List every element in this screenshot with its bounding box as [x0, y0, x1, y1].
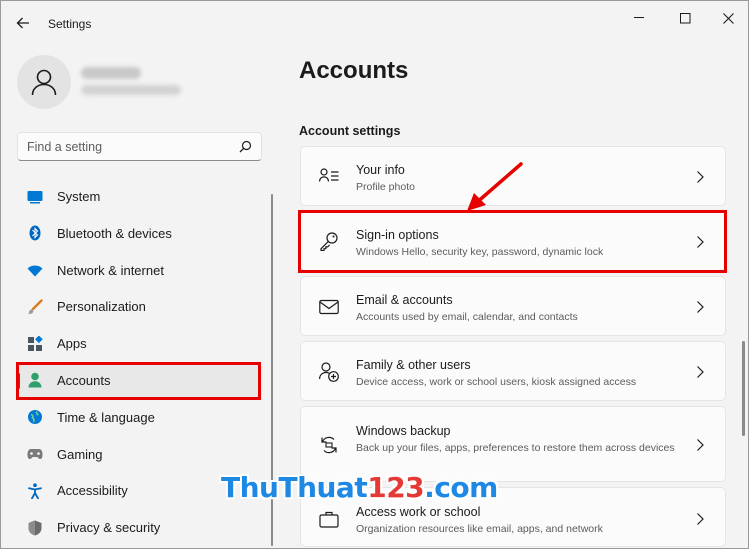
card-description: Device access, work or school users, kio… — [356, 376, 637, 388]
sidebar-item-time-language[interactable]: Time & language — [17, 401, 262, 434]
section-title: Account settings — [299, 124, 401, 138]
sidebar-item-label: Network & internet — [57, 262, 164, 278]
sidebar-item-network[interactable]: Network & internet — [17, 254, 262, 287]
sidebar-item-privacy-security[interactable]: Privacy & security — [17, 511, 262, 544]
person-icon — [31, 69, 57, 96]
avatar — [17, 55, 71, 109]
chevron-right-icon — [697, 301, 704, 313]
card-email-accounts[interactable]: Email & accounts Accounts used by email,… — [300, 276, 726, 336]
annotation-arrow-icon — [467, 162, 523, 211]
card-title: Access work or school — [356, 505, 481, 519]
sign-in-options-highlight-box — [298, 210, 727, 273]
wifi-icon — [27, 262, 43, 278]
back-arrow-icon — [16, 17, 29, 29]
sidebar-item-system[interactable]: System — [17, 180, 262, 213]
profile-name-redacted — [81, 67, 141, 79]
add-user-icon — [319, 362, 339, 382]
card-title: Email & accounts — [356, 293, 453, 307]
settings-window: Settings Find a setting System Bluetooth… — [0, 0, 749, 549]
sidebar-item-label: Time & language — [57, 409, 155, 425]
chevron-right-icon — [697, 171, 704, 183]
mail-icon — [319, 297, 339, 317]
brush-icon — [27, 299, 43, 315]
minimize-icon — [633, 17, 644, 18]
card-title: Your info — [356, 163, 405, 177]
search-box[interactable] — [17, 132, 262, 161]
close-button[interactable] — [706, 5, 749, 31]
chevron-right-icon — [697, 439, 704, 451]
sidebar-item-gaming[interactable]: Gaming — [17, 438, 262, 471]
card-family-other-users[interactable]: Family & other users Device access, work… — [300, 341, 726, 401]
system-icon — [27, 189, 43, 205]
card-description: Profile photo — [356, 181, 415, 193]
sidebar-item-label: Personalization — [57, 299, 146, 315]
accounts-highlight-box — [16, 362, 261, 400]
watermark-text: ThuThuat — [221, 471, 368, 504]
search-input[interactable] — [18, 133, 233, 160]
back-button[interactable] — [9, 9, 37, 37]
main-scrollbar[interactable] — [742, 341, 745, 436]
sidebar-item-label: Gaming — [57, 446, 103, 462]
sidebar-item-apps[interactable]: Apps — [17, 327, 262, 360]
maximize-icon — [679, 12, 690, 23]
close-icon — [722, 12, 734, 24]
card-description: Back up your files, apps, preferences to… — [356, 442, 675, 454]
sidebar-item-bluetooth[interactable]: Bluetooth & devices — [17, 217, 262, 250]
shield-icon — [27, 520, 43, 536]
gamepad-icon — [27, 446, 43, 462]
card-title: Windows backup — [356, 424, 451, 438]
search-icon[interactable] — [239, 140, 252, 153]
globe-icon — [27, 409, 43, 425]
watermark-domain: .com — [424, 471, 498, 504]
watermark-number: 123 — [367, 471, 425, 504]
briefcase-icon — [319, 509, 339, 529]
sidebar-item-label: Privacy & security — [57, 520, 161, 536]
user-profile[interactable] — [17, 53, 267, 113]
sidebar-item-label: Apps — [57, 336, 87, 352]
sidebar-item-personalization[interactable]: Personalization — [17, 290, 262, 323]
watermark: ThuThuat123.com — [221, 471, 498, 504]
backup-icon — [319, 435, 339, 455]
minimize-button[interactable] — [617, 5, 661, 31]
bluetooth-icon — [27, 225, 43, 241]
card-description: Organization resources like email, apps,… — [356, 523, 603, 535]
chevron-right-icon — [697, 513, 704, 525]
card-description: Accounts used by email, calendar, and co… — [356, 311, 578, 323]
accessibility-icon — [27, 483, 43, 499]
window-title: Settings — [48, 17, 92, 31]
card-title: Family & other users — [356, 358, 471, 372]
page-title: Accounts — [299, 57, 409, 84]
sidebar-item-label: System — [57, 189, 101, 204]
apps-icon — [27, 335, 43, 352]
profile-email-redacted — [81, 85, 181, 95]
sidebar-item-label: Bluetooth & devices — [57, 225, 172, 241]
maximize-button[interactable] — [663, 5, 707, 31]
title-bar: Settings — [1, 1, 748, 45]
user-info-icon — [319, 166, 339, 186]
chevron-right-icon — [697, 366, 704, 378]
sidebar-item-label: Accessibility — [57, 483, 128, 499]
